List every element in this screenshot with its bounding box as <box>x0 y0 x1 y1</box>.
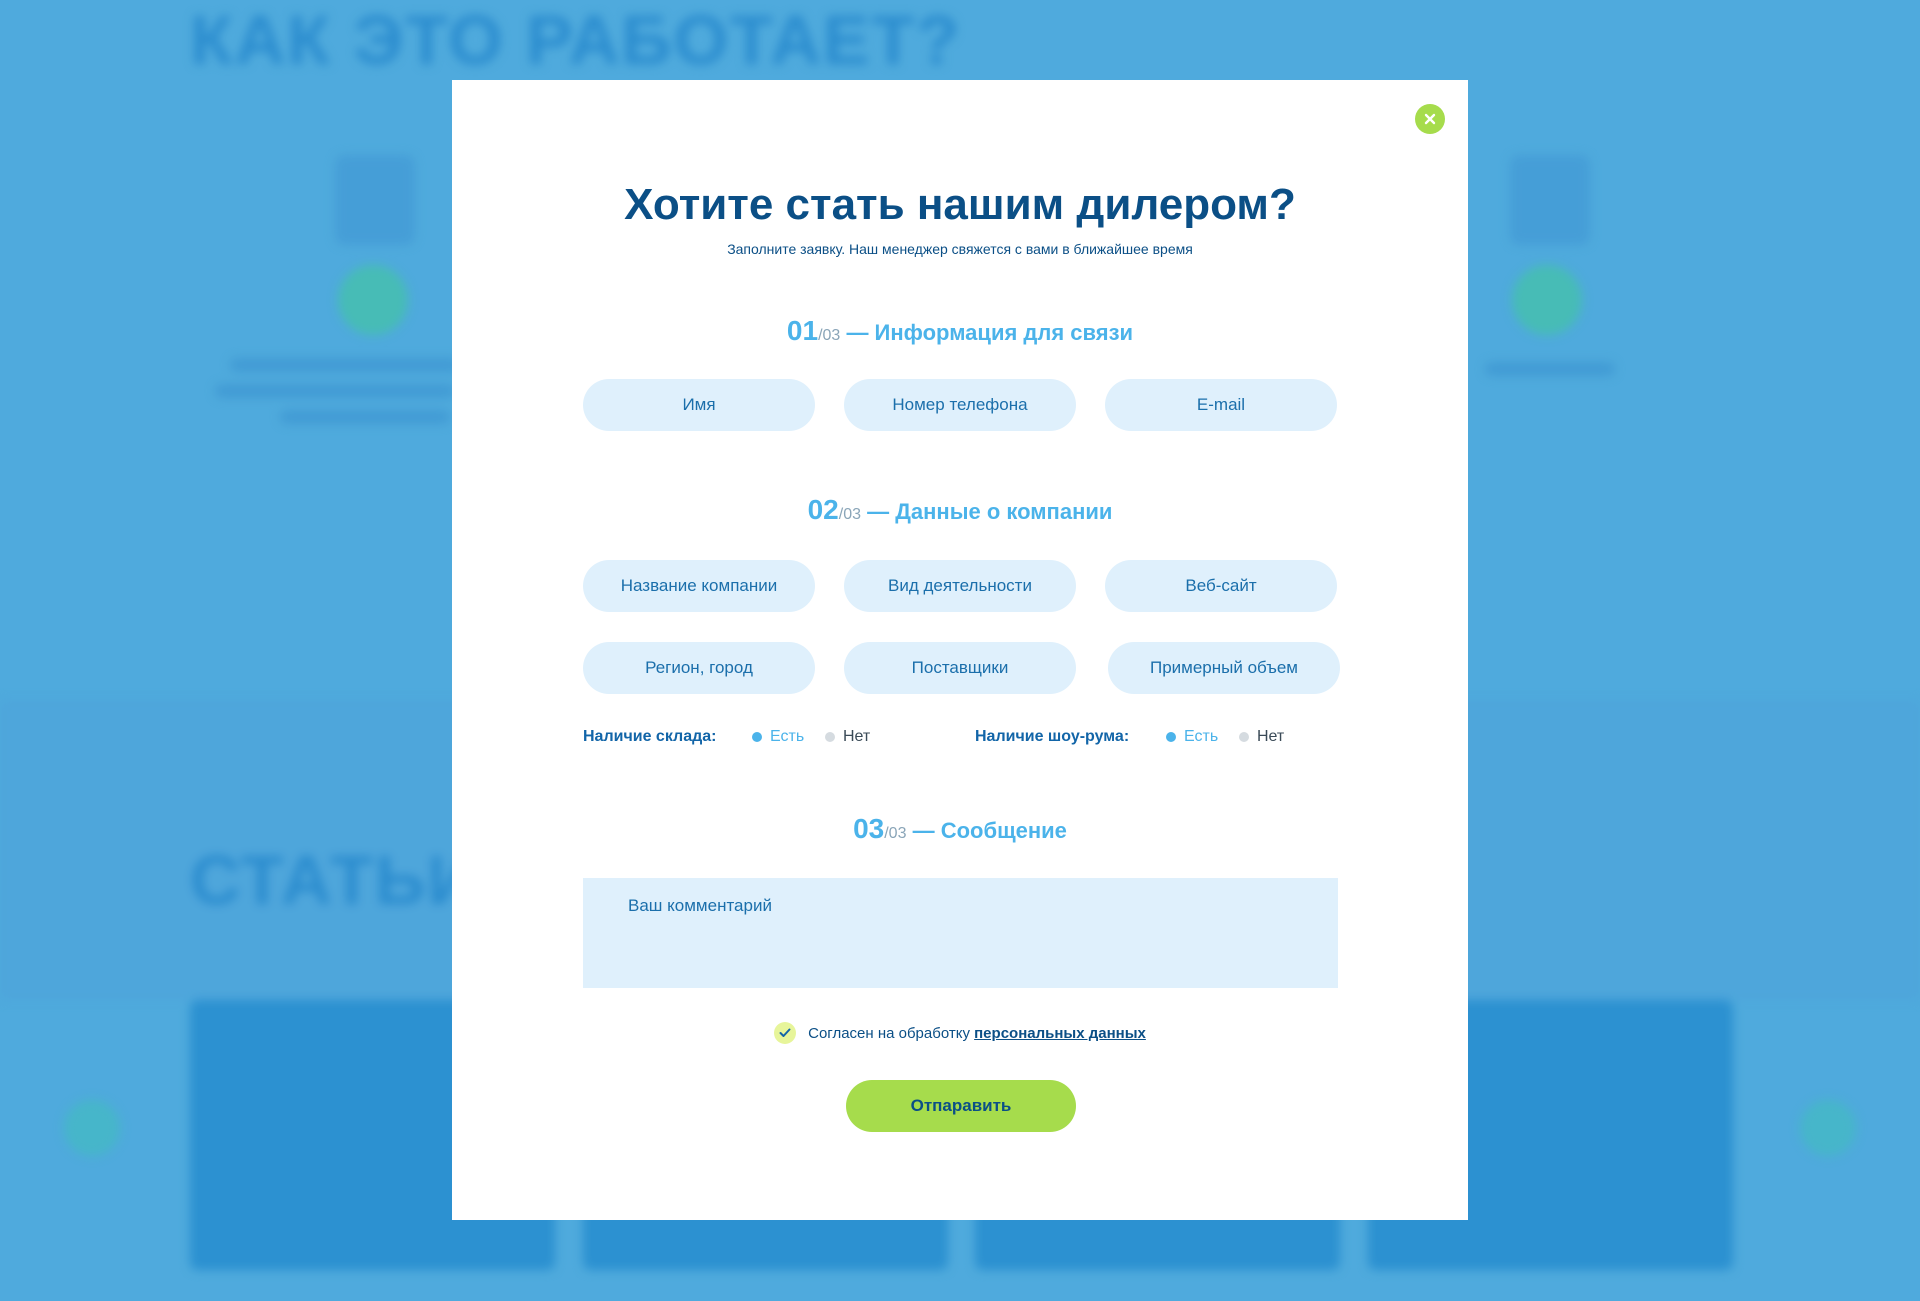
consent-label: Согласен на обработку <box>808 1024 970 1042</box>
dealer-modal: Хотите стать нашим дилером? Заполните за… <box>452 80 1468 1220</box>
close-button[interactable] <box>1415 104 1445 134</box>
radio-dot-icon <box>825 732 835 742</box>
radio-dot-icon <box>1166 732 1176 742</box>
section-title: — Информация для связи <box>840 320 1134 345</box>
section-total: /03 <box>818 327 841 344</box>
radio-label: Есть <box>1184 728 1219 745</box>
email-input[interactable] <box>1105 379 1337 431</box>
suppliers-input[interactable] <box>844 642 1076 694</box>
modal-subtitle: Заполните заявку. Наш менеджер свяжется … <box>727 241 1193 257</box>
close-icon <box>1424 113 1436 125</box>
showroom-no-radio[interactable]: Нет <box>1239 728 1284 746</box>
radio-label: Есть <box>770 728 805 745</box>
section-contact-heading: 01/03 — Информация для связи <box>452 315 1468 347</box>
section-number: 01 <box>786 315 819 346</box>
volume-input[interactable] <box>1108 642 1340 694</box>
section-total: /03 <box>838 506 861 523</box>
website-input[interactable] <box>1105 560 1337 612</box>
phone-input[interactable] <box>844 379 1076 431</box>
section-company-heading: 02/03 — Данные о компании <box>452 494 1468 526</box>
region-input[interactable] <box>583 642 815 694</box>
modal-title: Хотите стать нашим дилером? <box>624 180 1296 229</box>
section-title: — Сообщение <box>906 818 1067 843</box>
showroom-yes-radio[interactable]: Есть <box>1166 728 1218 746</box>
company-name-input[interactable] <box>583 560 815 612</box>
section-number: 02 <box>807 494 839 525</box>
radio-label: Нет <box>843 728 871 745</box>
showroom-label: Наличие шоу-рума: <box>975 728 1130 745</box>
section-message-heading: 03/03 — Сообщение <box>452 813 1468 845</box>
section-total: /03 <box>884 825 907 842</box>
warehouse-label: Наличие склада: <box>583 728 717 745</box>
comment-textarea[interactable] <box>583 878 1338 988</box>
warehouse-yes-radio[interactable]: Есть <box>752 728 804 746</box>
personal-data-link[interactable]: персональных данных <box>974 1025 1146 1042</box>
section-number: 03 <box>853 813 885 844</box>
consent-checkbox[interactable] <box>774 1022 797 1044</box>
radio-dot-icon <box>752 732 762 742</box>
section-title: — Данные о компании <box>861 499 1113 524</box>
warehouse-no-radio[interactable]: Нет <box>825 728 870 746</box>
name-input[interactable] <box>583 379 815 431</box>
checkmark-icon <box>779 1028 791 1037</box>
radio-dot-icon <box>1239 732 1249 742</box>
radio-label: Нет <box>1257 728 1285 745</box>
consent-row: Согласен на обработку персональных данны… <box>452 1022 1468 1044</box>
consent-text: Согласен на обработку персональных данны… <box>808 1025 1146 1042</box>
submit-button[interactable]: Отпаравить <box>846 1080 1076 1132</box>
activity-input[interactable] <box>844 560 1076 612</box>
